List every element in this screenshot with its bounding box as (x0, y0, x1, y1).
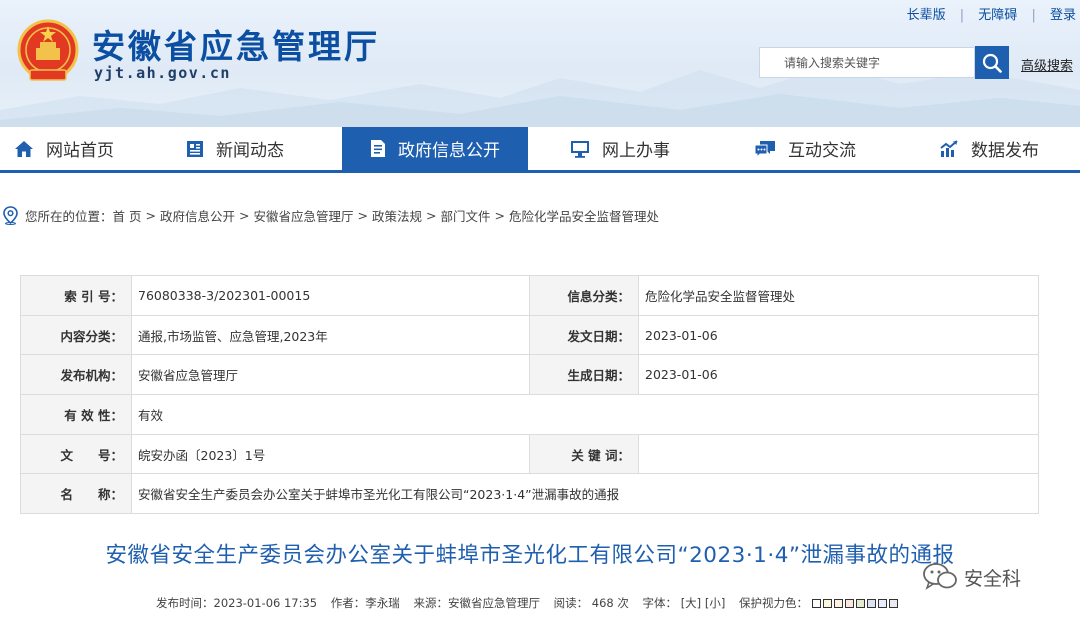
publish-time: 发布时间：2023-01-06 17:35 (156, 596, 318, 610)
publisher-label: 发布机构： (20, 354, 132, 396)
breadcrumb-prefix: 您所在的位置： (25, 208, 113, 224)
location-pin-icon (2, 205, 19, 225)
generated-date-value: 2023-01-06 (638, 354, 1039, 396)
table-row: 有 效 性： 有效 (20, 394, 1039, 435)
watermark-text: 安全科 (964, 567, 1022, 590)
national-emblem-icon (17, 19, 79, 81)
nav-item-gov-info[interactable]: 政府信息公开 (342, 127, 528, 170)
breadcrumb-separator: > (239, 207, 250, 223)
accessibility-link[interactable]: 无障碍 (978, 8, 1017, 23)
article-meta: 发布时间：2023-01-06 17:35 作者：李永瑞 来源：安徽省应急管理厅… (156, 595, 900, 611)
breadcrumb-item-dept-docs[interactable]: 部门文件 (440, 206, 490, 225)
validity-label: 有 效 性： (20, 394, 132, 435)
nav-label: 网上办事 (602, 141, 670, 161)
table-row: 发布机构： 安徽省应急管理厅 生成日期： 2023-01-06 (20, 354, 1039, 396)
site-title: 安徽省应急管理厅 (92, 27, 380, 66)
wechat-icon (922, 562, 958, 592)
font-size-label: 字体： (642, 596, 678, 610)
article-title: 安徽省安全生产委员会办公室关于蚌埠市圣光化工有限公司“2023·1·4”泄漏事故… (105, 543, 955, 568)
table-row: 名 称： 安徽省安全生产委员会办公室关于蚌埠市圣光化工有限公司“2023·1·4… (20, 473, 1039, 515)
site-header: 安徽省应急管理厅 yjt.ah.gov.cn 长辈版 | 无障碍 | 登录 高级… (0, 0, 1080, 127)
breadcrumb-separator: > (494, 207, 505, 223)
content-category-value: 通报,市场监管、应急管理,2023年 (131, 314, 530, 356)
top-links: 长辈版 | 无障碍 | 登录 (907, 4, 1076, 23)
nav-item-home[interactable]: 网站首页 (0, 127, 128, 170)
font-small-button[interactable]: [小] (705, 596, 725, 610)
breadcrumb-separator: > (357, 207, 368, 223)
source: 来源：安徽省应急管理厅 (413, 596, 540, 610)
table-row: 索 引 号： 76080338-3/202301-00015 信息分类： 危险化… (20, 275, 1039, 316)
publisher-value: 安徽省应急管理厅 (131, 354, 530, 396)
table-row: 文 号： 皖安办函〔2023〕1号 关 键 词： (20, 433, 1039, 475)
eye-color-swatch[interactable] (855, 599, 865, 608)
search-icon (982, 53, 1002, 73)
views-count: 468 (591, 596, 614, 610)
nav-label: 新闻动态 (216, 141, 284, 161)
login-link[interactable]: 登录 (1050, 8, 1076, 23)
content-category-label: 内容分类： (20, 314, 132, 356)
nav-label: 政府信息公开 (398, 141, 500, 161)
keywords-label: 关 键 词： (529, 433, 639, 475)
document-number-value: 皖安办函〔2023〕1号 (131, 433, 530, 475)
elder-mode-link[interactable]: 长辈版 (907, 8, 946, 23)
eye-color-swatch[interactable] (866, 599, 876, 608)
eye-color-swatch[interactable] (833, 599, 843, 608)
issue-date-value: 2023-01-06 (638, 314, 1039, 356)
nav-label: 数据发布 (971, 141, 1039, 161)
eye-color-swatch[interactable] (822, 599, 832, 608)
search-button[interactable] (975, 46, 1009, 79)
eye-color-swatch[interactable] (877, 599, 887, 608)
breadcrumb: 您所在的位置： 首 页 > 政府信息公开 > 安徽省应急管理厅 > 政策法规 >… (0, 200, 659, 230)
nav-item-interaction[interactable]: 互动交流 (712, 127, 898, 170)
category-label: 信息分类： (529, 275, 639, 316)
document-name-label: 名 称： (20, 473, 132, 515)
breadcrumb-item-hazchem[interactable]: 危险化学品安全监督管理处 (509, 206, 659, 225)
eye-protection-label: 保护视力色： (738, 596, 808, 610)
nav-label: 网站首页 (46, 141, 114, 161)
breadcrumb-item-home[interactable]: 首 页 (113, 206, 142, 225)
index-value: 76080338-3/202301-00015 (131, 275, 530, 316)
document-number-label: 文 号： (20, 433, 132, 475)
breadcrumb-item-gov-info[interactable]: 政府信息公开 (160, 206, 235, 225)
issue-date-label: 发文日期： (529, 314, 639, 356)
document-info-table: 索 引 号： 76080338-3/202301-00015 信息分类： 危险化… (20, 275, 1039, 515)
index-label: 索 引 号： (20, 275, 132, 316)
breadcrumb-item-department[interactable]: 安徽省应急管理厅 (253, 206, 353, 225)
keywords-value (638, 433, 1039, 475)
eye-color-swatch[interactable] (811, 599, 821, 608)
main-nav: 网站首页 新闻动态 政府信息公开 网上办事 互动交流 数据发布 (0, 127, 1080, 173)
generated-date-label: 生成日期： (529, 354, 639, 396)
eye-color-swatch[interactable] (888, 599, 898, 608)
table-row: 内容分类： 通报,市场监管、应急管理,2023年 发文日期： 2023-01-0… (20, 314, 1039, 356)
chat-icon (754, 140, 776, 158)
news-icon (186, 140, 204, 158)
search-input[interactable] (759, 47, 975, 78)
monitor-icon (570, 140, 590, 158)
nav-label: 互动交流 (788, 141, 856, 161)
separator: | (959, 8, 965, 23)
document-name-value: 安徽省安全生产委员会办公室关于蚌埠市圣光化工有限公司“2023·1·4”泄漏事故… (131, 473, 1039, 515)
category-value: 危险化学品安全监督管理处 (638, 275, 1039, 316)
site-domain: yjt.ah.gov.cn (94, 64, 231, 82)
nav-item-news[interactable]: 新闻动态 (128, 127, 342, 170)
breadcrumb-item-policy[interactable]: 政策法规 (372, 206, 422, 225)
views-label: 阅读： (553, 596, 589, 610)
nav-item-online-services[interactable]: 网上办事 (528, 127, 712, 170)
breadcrumb-separator: > (426, 207, 437, 223)
chart-icon (939, 139, 959, 158)
separator: | (1031, 8, 1036, 23)
breadcrumb-separator: > (145, 207, 156, 223)
wechat-watermark: 安全科 (922, 562, 1021, 592)
font-large-button[interactable]: [大] (681, 596, 701, 610)
validity-value: 有效 (131, 394, 1039, 435)
author: 作者：李永瑞 (330, 596, 400, 610)
nav-item-data-release[interactable]: 数据发布 (898, 127, 1080, 170)
eye-color-swatch[interactable] (844, 599, 854, 608)
views-unit: 次 (617, 596, 629, 610)
home-icon (14, 140, 34, 158)
advanced-search-link[interactable]: 高级搜索 (1021, 55, 1073, 74)
document-icon (370, 139, 386, 158)
eye-color-swatches (811, 596, 900, 610)
